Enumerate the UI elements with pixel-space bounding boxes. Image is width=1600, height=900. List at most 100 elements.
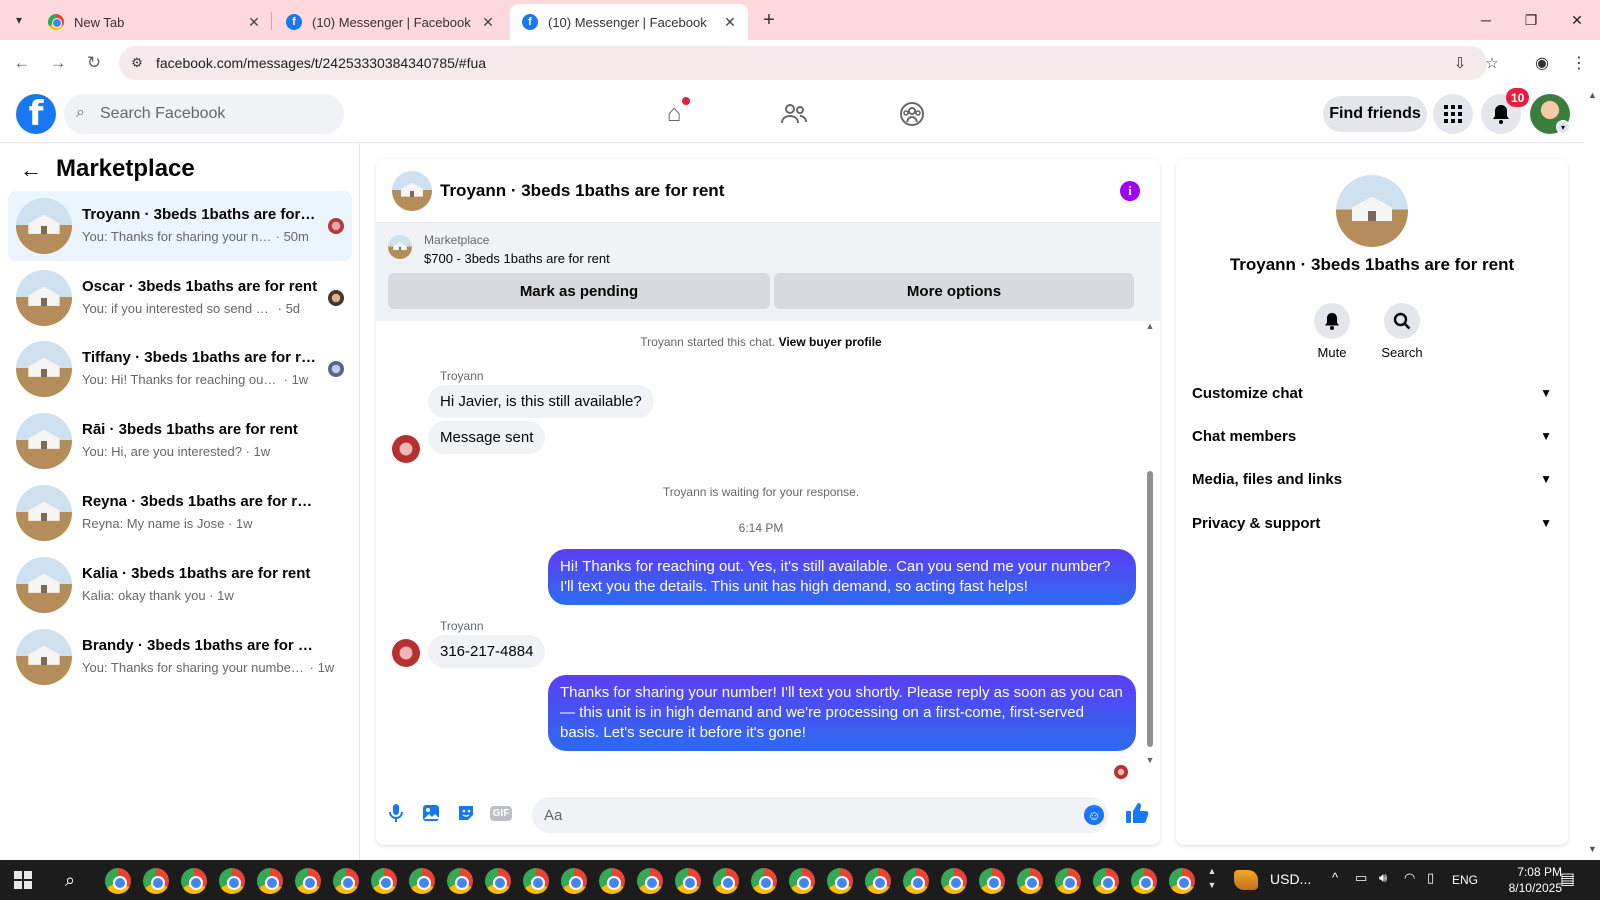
chrome-taskbar-icon[interactable]	[751, 868, 777, 894]
sender-avatar[interactable]	[392, 435, 420, 463]
chrome-taskbar-icon[interactable]	[333, 868, 359, 894]
forward-arrow-icon[interactable]: →	[46, 51, 70, 75]
friends-icon[interactable]	[776, 98, 812, 130]
microphone-icon[interactable]	[384, 801, 408, 825]
chrome-taskbar-icon[interactable]	[105, 868, 131, 894]
taskbar-clock[interactable]: 7:08 PM 8/10/2025	[1486, 864, 1562, 896]
chrome-taskbar-icon[interactable]	[675, 868, 701, 894]
sender-avatar[interactable]	[392, 639, 420, 667]
chrome-taskbar-icon[interactable]	[713, 868, 739, 894]
browser-tab-messenger[interactable]: f (10) Messenger | Facebook ✕	[278, 4, 504, 40]
battery-icon[interactable]: ▭	[1355, 870, 1367, 886]
conversation-item[interactable]: Kalia · 3beds 1baths are for rent Kalia:…	[8, 550, 352, 620]
photo-gallery-icon[interactable]	[419, 801, 443, 825]
outgoing-message[interactable]: Thanks for sharing your number! I'll tex…	[548, 675, 1136, 751]
conversation-item[interactable]: Oscar · 3beds 1baths are for rent You: i…	[8, 263, 352, 333]
chrome-taskbar-icon[interactable]	[485, 868, 511, 894]
gif-icon[interactable]: GIF	[489, 801, 513, 825]
taskbar-overflow-arrows-icon[interactable]: ▲ ▼	[1206, 864, 1218, 892]
chrome-taskbar-icon[interactable]	[371, 868, 397, 894]
scrollbar-thumb[interactable]	[1147, 471, 1153, 747]
show-hidden-icons-chevron-up-icon[interactable]: ^	[1332, 870, 1338, 885]
conversation-item[interactable]: Reyna · 3beds 1baths are for rent Reyna:…	[8, 478, 352, 548]
listing-title[interactable]: $700 - 3beds 1baths are for rent	[424, 251, 610, 266]
back-arrow-icon[interactable]: ←	[20, 157, 42, 183]
info-icon[interactable]: i	[1120, 181, 1140, 201]
view-buyer-profile-link[interactable]: View buyer profile	[779, 335, 882, 349]
chrome-taskbar-icon[interactable]	[979, 868, 1005, 894]
chrome-taskbar-icon[interactable]	[295, 868, 321, 894]
chrome-taskbar-icon[interactable]	[599, 868, 625, 894]
taskbar-search-icon[interactable]: ⌕	[58, 868, 82, 892]
emoji-icon[interactable]: ☺	[1084, 805, 1104, 825]
tab-close-icon[interactable]: ✕	[722, 14, 738, 30]
language-indicator[interactable]: ENG	[1452, 873, 1478, 887]
minimize-window-icon[interactable]: ─	[1471, 8, 1501, 32]
chrome-taskbar-icon[interactable]	[523, 868, 549, 894]
page-scroll-down-arrow-icon[interactable]: ▼	[1588, 844, 1597, 854]
browser-tab-new-tab[interactable]: New Tab ✕	[40, 4, 270, 40]
thumbs-up-icon[interactable]	[1124, 800, 1150, 826]
chat-title[interactable]: Troyann · 3beds 1baths are for rent	[440, 181, 724, 201]
chrome-taskbar-icon[interactable]	[143, 868, 169, 894]
chrome-taskbar-icon[interactable]	[181, 868, 207, 894]
tab-search-menu-icon[interactable]: ▾	[8, 10, 30, 30]
chrome-taskbar-icon[interactable]	[941, 868, 967, 894]
chrome-taskbar-icon[interactable]	[865, 868, 891, 894]
groups-icon[interactable]	[894, 98, 930, 130]
incoming-message[interactable]: Message sent	[428, 421, 546, 454]
chrome-taskbar-icon[interactable]	[903, 868, 929, 894]
profile-photo[interactable]	[1336, 175, 1408, 247]
page-scroll-up-arrow-icon[interactable]: ▲	[1588, 90, 1597, 100]
menu-grid-icon[interactable]	[1433, 94, 1473, 134]
site-settings-icon[interactable]: ⚙	[127, 53, 147, 73]
notification-center-icon[interactable]: ▤	[1560, 869, 1575, 889]
scroll-up-arrow-icon[interactable]: ▲	[1144, 321, 1156, 331]
incoming-message[interactable]: Hi Javier, is this still available?	[428, 385, 654, 418]
message-input[interactable]	[532, 797, 1108, 833]
chrome-taskbar-icon[interactable]	[1131, 868, 1157, 894]
chrome-taskbar-icon[interactable]	[1017, 868, 1043, 894]
chrome-menu-icon[interactable]: ⋮	[1567, 51, 1591, 75]
display-icon[interactable]: ▯	[1427, 870, 1434, 886]
address-bar[interactable]: ⚙ facebook.com/messages/t/24253330384340…	[119, 46, 1499, 80]
chrome-taskbar-icon[interactable]	[219, 868, 245, 894]
wifi-icon[interactable]: ◠	[1404, 870, 1415, 886]
chrome-taskbar-icon[interactable]	[637, 868, 663, 894]
mute-button[interactable]: Mute	[1302, 303, 1362, 360]
chrome-taskbar-icon[interactable]	[257, 868, 283, 894]
install-app-icon[interactable]: ⇩	[1450, 53, 1470, 73]
new-tab-button[interactable]: +	[757, 8, 781, 32]
conversation-item[interactable]: Troyann · 3beds 1baths are for rent You:…	[8, 191, 352, 261]
find-friends-button[interactable]: Find friends	[1323, 96, 1427, 132]
chrome-taskbar-icon[interactable]	[409, 868, 435, 894]
bookmark-star-icon[interactable]: ☆	[1482, 53, 1502, 73]
tab-close-icon[interactable]: ✕	[246, 14, 262, 30]
back-arrow-icon[interactable]: ←	[10, 51, 34, 75]
search-placeholder[interactable]: Search Facebook	[100, 105, 225, 123]
browser-tab-messenger-active[interactable]: f (10) Messenger | Facebook ✕	[510, 4, 748, 40]
chrome-taskbar-icon[interactable]	[827, 868, 853, 894]
weather-widget-icon[interactable]	[1234, 870, 1258, 890]
more-options-button[interactable]: More options	[774, 273, 1134, 309]
incoming-message[interactable]: 316-217-4884	[428, 635, 546, 668]
sticker-icon[interactable]	[454, 801, 478, 825]
chat-scrollbar[interactable]: ▲ ▼	[1144, 321, 1156, 783]
chat-avatar[interactable]	[392, 171, 432, 211]
scroll-down-arrow-icon[interactable]: ▼	[1144, 755, 1156, 765]
close-window-icon[interactable]: ✕	[1562, 8, 1592, 32]
account-chevron-down-icon[interactable]: ▾	[1556, 120, 1570, 134]
conversation-item[interactable]: Tiffany · 3beds 1baths are for rent You:…	[8, 334, 352, 404]
outgoing-message[interactable]: Hi! Thanks for reaching out. Yes, it's s…	[548, 549, 1136, 605]
search-in-conversation-button[interactable]: Search	[1372, 303, 1432, 360]
chrome-taskbar-icon[interactable]	[1055, 868, 1081, 894]
windows-start-icon[interactable]	[14, 871, 32, 889]
chrome-taskbar-icon[interactable]	[789, 868, 815, 894]
url-text[interactable]: facebook.com/messages/t/2425333038434078…	[156, 55, 486, 71]
conversation-item[interactable]: Brandy · 3beds 1baths are for rent You: …	[8, 622, 352, 692]
weather-text[interactable]: USD...	[1270, 871, 1311, 887]
privacy-support-section[interactable]: Privacy & support ▼	[1192, 503, 1552, 543]
chrome-taskbar-icon[interactable]	[561, 868, 587, 894]
conversation-item[interactable]: Rāi · 3beds 1baths are for rent You: Hi,…	[8, 406, 352, 476]
chat-members-section[interactable]: Chat members ▼	[1192, 416, 1552, 456]
